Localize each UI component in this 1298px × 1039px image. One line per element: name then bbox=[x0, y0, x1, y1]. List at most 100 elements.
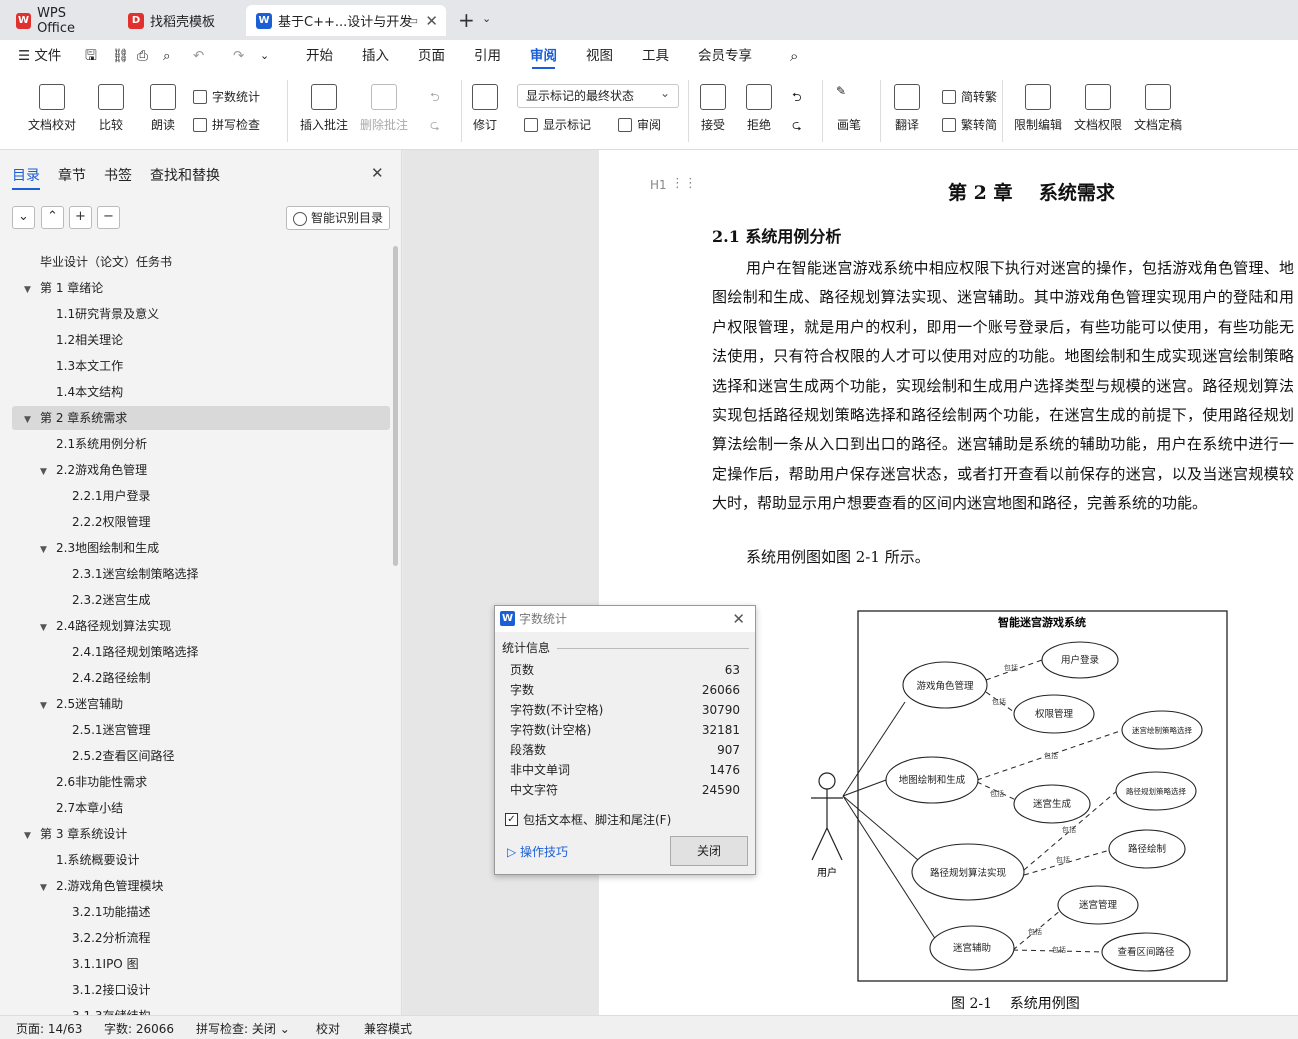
toc-item[interactable]: ▼ 2.5迷宫辅助 bbox=[40, 692, 123, 716]
toc-item[interactable]: 2.3.2迷宫生成 bbox=[56, 588, 151, 612]
remove-heading-icon[interactable]: − bbox=[97, 206, 120, 229]
prev-change-icon[interactable]: ⮌ bbox=[792, 88, 802, 109]
toc-item[interactable]: 3.1.2接口设计 bbox=[56, 978, 151, 1002]
collapse-down-icon[interactable]: ⌄ bbox=[12, 206, 35, 229]
expand-up-icon[interactable]: ⌃ bbox=[41, 206, 64, 229]
toc-item[interactable]: ▼ 2.2游戏角色管理 bbox=[40, 458, 147, 482]
include-textbox-checkbox[interactable]: ✓ 包括文本框、脚注和尾注(F) bbox=[505, 811, 671, 828]
redo-icon[interactable]: ↷ bbox=[233, 40, 244, 72]
word-count-button[interactable]: 字数统计 bbox=[193, 88, 260, 105]
menu-member[interactable]: 会员专享 bbox=[698, 40, 752, 72]
nav-scrollbar[interactable] bbox=[393, 246, 398, 566]
restrict-edit-button[interactable]: 限制编辑 bbox=[1014, 84, 1062, 133]
toc-item[interactable]: 毕业设计（论文）任务书 bbox=[24, 250, 172, 274]
tab-document[interactable]: W 基于C++...设计与开发 ▭ ✕ bbox=[246, 5, 446, 36]
link-icon[interactable]: ⛓ bbox=[112, 40, 129, 72]
expand-arrow-icon[interactable]: ▼ bbox=[40, 694, 56, 718]
toc-item[interactable]: 2.5.1迷宫管理 bbox=[56, 718, 151, 742]
menu-references[interactable]: 引用 bbox=[474, 40, 501, 72]
translate-button[interactable]: 翻译 bbox=[894, 84, 920, 133]
spell-check-status[interactable]: 拼写检查: 关闭 ⌄ bbox=[196, 1020, 290, 1037]
toc-item[interactable]: 1.3本文工作 bbox=[40, 354, 123, 378]
toc-item[interactable]: 2.3.1迷宫绘制策略选择 bbox=[56, 562, 199, 586]
print-icon[interactable]: ⎙ bbox=[137, 40, 148, 72]
menu-home[interactable]: 开始 bbox=[306, 40, 333, 72]
expand-arrow-icon[interactable]: ▼ bbox=[40, 616, 56, 640]
track-changes-button[interactable]: 修订 bbox=[472, 84, 498, 133]
chevron-down-icon[interactable]: ⌄ bbox=[482, 12, 491, 25]
reject-button[interactable]: 拒绝 bbox=[746, 84, 772, 133]
proofread-button[interactable]: 文档校对 bbox=[28, 84, 76, 133]
heading-marker[interactable]: H1 bbox=[650, 178, 667, 192]
close-button[interactable]: 关闭 bbox=[670, 836, 748, 866]
expand-arrow-icon[interactable]: ▼ bbox=[24, 408, 40, 432]
accept-button[interactable]: 接受 bbox=[700, 84, 726, 133]
drag-handle-icon[interactable]: ⋮⋮ bbox=[671, 176, 697, 191]
menu-page[interactable]: 页面 bbox=[418, 40, 445, 72]
ink-button[interactable]: ✎ 画笔 bbox=[836, 84, 862, 133]
toc-item[interactable]: 1.系统概要设计 bbox=[40, 848, 139, 872]
toc-item[interactable]: 1.2相关理论 bbox=[40, 328, 123, 352]
menu-tools[interactable]: 工具 bbox=[642, 40, 669, 72]
next-change-icon[interactable]: ⮎ bbox=[792, 116, 802, 137]
read-aloud-button[interactable]: 朗读 bbox=[150, 84, 176, 133]
undo-icon[interactable]: ↶ bbox=[193, 40, 204, 72]
expand-arrow-icon[interactable]: ▼ bbox=[40, 460, 56, 484]
toc-item[interactable]: ▼ 2.4路径规划算法实现 bbox=[40, 614, 171, 638]
spell-check-button[interactable]: 拼写检查 bbox=[193, 116, 260, 133]
file-menu[interactable]: ☰ 文件 bbox=[18, 40, 61, 72]
expand-arrow-icon[interactable]: ▼ bbox=[40, 538, 56, 562]
smart-toc-button[interactable]: 智能识别目录 bbox=[286, 206, 390, 230]
markup-display-dropdown[interactable]: 显示标记的最终状态 bbox=[517, 82, 679, 108]
next-comment-icon[interactable]: ⮎ bbox=[430, 116, 440, 137]
toc-item[interactable]: ▼ 第 2 章系统需求 bbox=[24, 406, 127, 430]
toc-item[interactable]: ▼ 第 1 章绪论 bbox=[24, 276, 103, 300]
save-icon[interactable]: 🖫 bbox=[85, 40, 97, 72]
menu-insert[interactable]: 插入 bbox=[362, 40, 389, 72]
pin-icon[interactable]: ▭ bbox=[408, 14, 418, 27]
expand-arrow-icon[interactable]: ▼ bbox=[24, 824, 40, 848]
review-pane-button[interactable]: 审阅 bbox=[618, 116, 661, 133]
prev-comment-icon[interactable]: ⮌ bbox=[430, 88, 440, 109]
word-count-indicator[interactable]: 字数: 26066 bbox=[104, 1020, 174, 1037]
toc-item[interactable]: 2.6非功能性需求 bbox=[40, 770, 147, 794]
search-icon[interactable]: ⌕ bbox=[790, 40, 798, 72]
toc-item[interactable]: 2.4.1路径规划策略选择 bbox=[56, 640, 199, 664]
toc-item[interactable]: ▼ 2.游戏角色管理模块 bbox=[40, 874, 163, 898]
toc-item[interactable]: 2.1系统用例分析 bbox=[40, 432, 147, 456]
toc-item[interactable]: 3.2.2分析流程 bbox=[56, 926, 151, 950]
toc-item[interactable]: ▼ 2.3地图绘制和生成 bbox=[40, 536, 159, 560]
to-simplified-button[interactable]: 繁转简 bbox=[942, 116, 997, 133]
menu-review[interactable]: 审阅 bbox=[530, 40, 557, 72]
toc-item[interactable]: 2.7本章小结 bbox=[40, 796, 123, 820]
toc-item[interactable]: ▼ 第 3 章系统设计 bbox=[24, 822, 127, 846]
quick-access-more-icon[interactable]: ⌄ bbox=[260, 40, 269, 72]
print-preview-icon[interactable]: ⌕ bbox=[163, 40, 171, 72]
expand-arrow-icon[interactable]: ▼ bbox=[40, 876, 56, 900]
page-indicator[interactable]: 页面: 14/63 bbox=[16, 1020, 82, 1037]
expand-arrow-icon[interactable]: ▼ bbox=[24, 278, 40, 302]
toc-item[interactable]: 1.1研究背景及意义 bbox=[40, 302, 159, 326]
delete-comment-button[interactable]: 删除批注 bbox=[360, 84, 408, 133]
tips-link[interactable]: ▷ 操作技巧 bbox=[507, 843, 568, 860]
close-icon[interactable]: ✕ bbox=[425, 12, 438, 30]
tab-wps-office[interactable]: W WPS Office bbox=[6, 5, 114, 36]
toc-item[interactable]: 2.5.2查看区间路径 bbox=[56, 744, 175, 768]
add-heading-icon[interactable]: + bbox=[69, 206, 92, 229]
finalize-button[interactable]: 文档定稿 bbox=[1134, 84, 1182, 133]
insert-comment-button[interactable]: 插入批注 bbox=[300, 84, 348, 133]
show-markup-button[interactable]: 显示标记 bbox=[524, 116, 591, 133]
menu-view[interactable]: 视图 bbox=[586, 40, 613, 72]
to-traditional-button[interactable]: 简转繁 bbox=[942, 88, 997, 105]
compare-button[interactable]: 比较 bbox=[98, 84, 124, 133]
tab-find-replace[interactable]: 查找和替换 bbox=[150, 165, 220, 185]
toc-item[interactable]: 3.2.1功能描述 bbox=[56, 900, 151, 924]
toc-item[interactable]: 2.2.2权限管理 bbox=[56, 510, 151, 534]
doc-permission-button[interactable]: 文档权限 bbox=[1074, 84, 1122, 133]
toc-item[interactable]: 2.4.2路径绘制 bbox=[56, 666, 151, 690]
toc-item[interactable]: 2.2.1用户登录 bbox=[56, 484, 151, 508]
tab-bookmarks[interactable]: 书签 bbox=[104, 165, 132, 185]
dialog-titlebar[interactable]: W 字数统计 ✕ bbox=[495, 606, 755, 632]
toc-item[interactable]: 3.1.1IPO 图 bbox=[56, 952, 139, 976]
tab-docer-templates[interactable]: D 找稻壳模板 bbox=[118, 5, 242, 36]
